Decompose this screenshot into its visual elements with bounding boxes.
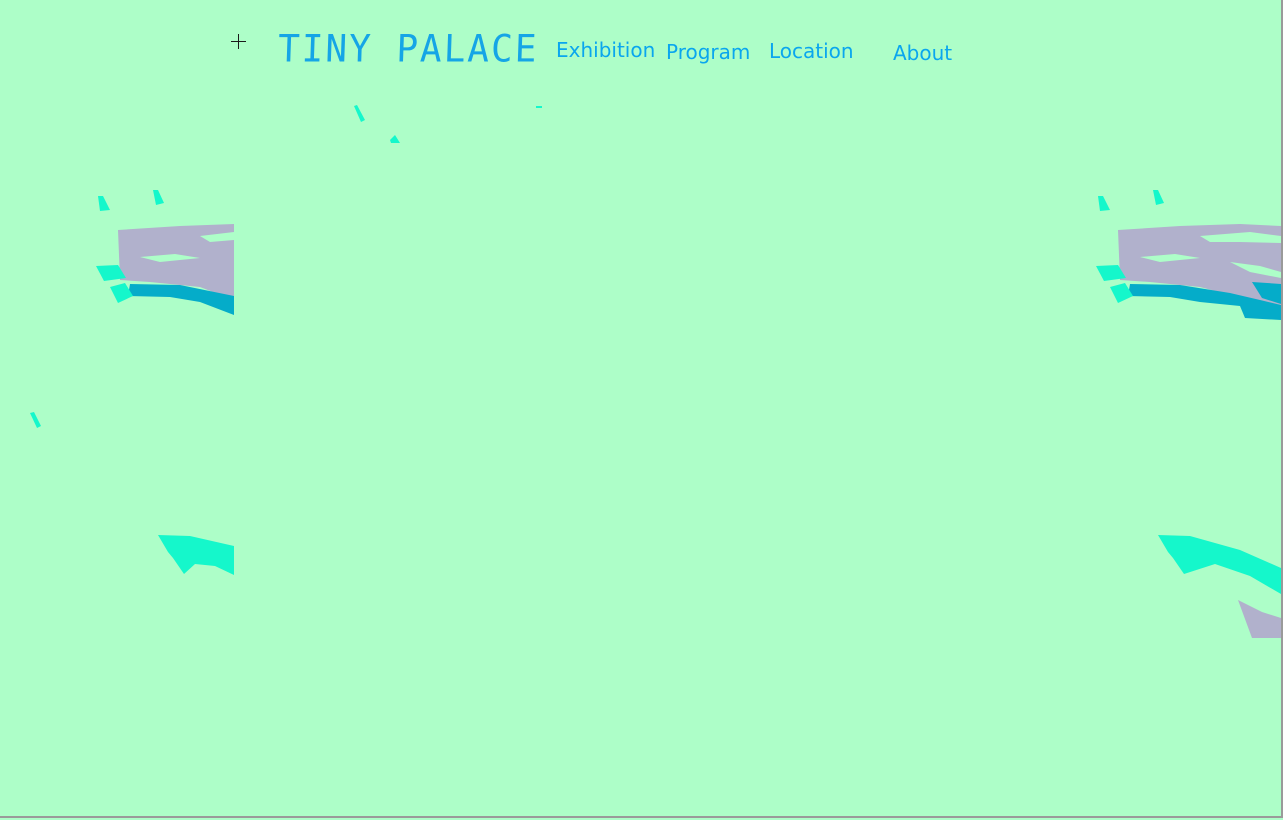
artwork-stroke	[536, 106, 542, 108]
artwork-tile-left	[30, 190, 234, 575]
artwork-stroke	[1238, 600, 1281, 638]
artwork-stroke	[1110, 283, 1133, 303]
background-artwork	[30, 105, 1281, 638]
artwork-stroke	[30, 412, 41, 428]
artwork-stroke	[110, 283, 133, 303]
nav-link-about[interactable]: About	[893, 41, 952, 65]
nav-link-exhibition[interactable]: Exhibition	[556, 38, 655, 62]
artwork-stroke	[354, 105, 365, 122]
artwork-stroke	[158, 535, 234, 575]
page: TINY PALACE Exhibition Program Location …	[0, 0, 1283, 820]
artwork-stroke	[1153, 190, 1164, 205]
artwork-stroke	[153, 190, 164, 205]
artwork-stroke	[1098, 196, 1110, 211]
artwork-tile-right	[1096, 190, 1281, 638]
artwork-stroke	[98, 196, 110, 211]
nav-link-location[interactable]: Location	[769, 39, 854, 63]
artwork-stroke	[1158, 535, 1281, 594]
crosshair-icon	[231, 34, 246, 49]
artwork-stroke	[390, 135, 400, 143]
nav-link-program[interactable]: Program	[666, 40, 750, 64]
site-logo[interactable]: TINY PALACE	[277, 26, 539, 74]
logo-text: TINY PALACE	[277, 27, 540, 71]
